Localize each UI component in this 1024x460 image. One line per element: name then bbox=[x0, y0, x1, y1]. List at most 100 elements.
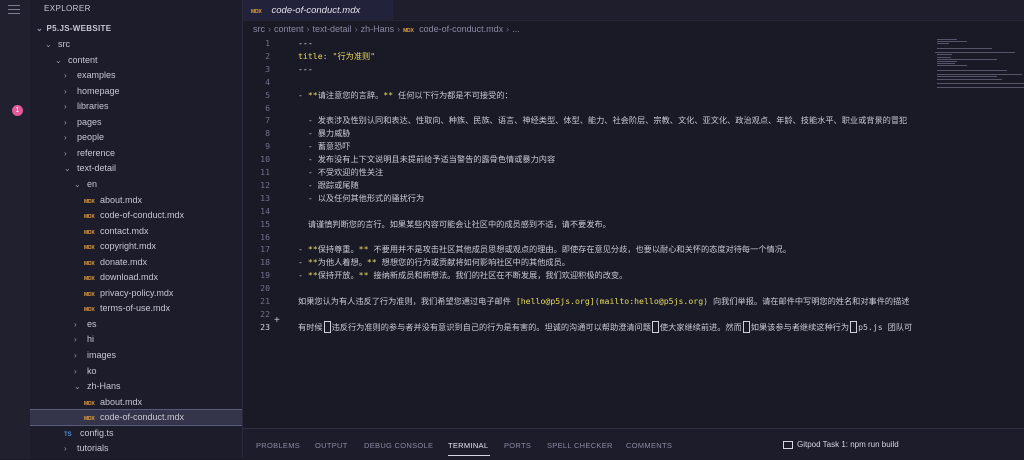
panel-tab[interactable]: PORTS bbox=[504, 441, 531, 450]
line-text: 有时候 违反行为准则的参与者并没有意识到自己的行为是有害的。坦诚的沟通可以帮助澄清… bbox=[298, 321, 913, 334]
menu-icon[interactable] bbox=[8, 5, 20, 14]
tree-folder[interactable]: › reference bbox=[30, 146, 242, 161]
breadcrumb-item[interactable]: content bbox=[274, 24, 304, 34]
panel-tab[interactable]: PROBLEMS bbox=[256, 441, 300, 450]
breadcrumb-item[interactable]: text-detail bbox=[313, 24, 352, 34]
line-text: - 发布没有上下文说明且未提前给予适当警告的露骨色情或暴力内容 bbox=[298, 154, 556, 165]
code-line[interactable]: 2 title: "行为准则" bbox=[243, 50, 933, 63]
tree-folder[interactable]: › hi bbox=[30, 332, 242, 347]
code-line[interactable]: 13 - 以及任何其他形式的骚扰行为 bbox=[243, 192, 933, 205]
breadcrumb-item[interactable]: code-of-conduct.mdx bbox=[419, 24, 503, 34]
chevron-right-icon: › bbox=[506, 24, 510, 34]
code-line[interactable]: 5 - **请注意您的言辞。** 任何以下行为都是不可接受的： bbox=[243, 89, 933, 102]
tree-folder[interactable]: ⌄ src bbox=[30, 37, 242, 52]
code-line[interactable]: 1 --- bbox=[243, 37, 933, 50]
notification-badge[interactable]: 1 bbox=[12, 105, 23, 116]
minimap[interactable] bbox=[933, 37, 1024, 97]
chevron-right-icon: › bbox=[397, 24, 401, 34]
tree-folder[interactable]: › es bbox=[30, 317, 242, 332]
tree-file[interactable]: MDX terms-of-use.mdx bbox=[30, 301, 242, 316]
code-line[interactable]: 14 bbox=[243, 205, 933, 218]
panel-tab[interactable]: OUTPUT bbox=[315, 441, 348, 450]
code-line[interactable]: 8 - 暴力威胁 bbox=[243, 127, 933, 140]
tree-file[interactable]: MDX about.mdx bbox=[30, 395, 242, 410]
code-line[interactable]: 6 bbox=[243, 102, 933, 115]
tree-file[interactable]: MDX download.mdx bbox=[30, 270, 242, 285]
code-line[interactable]: 10 - 发布没有上下文说明且未提前给予适当警告的露骨色情或暴力内容 bbox=[243, 153, 933, 166]
tree-folder[interactable]: ⌄ en bbox=[30, 177, 242, 192]
code-area[interactable]: 1 --- 2 title: "行为准则" 3 --- 4 5 - **请注意您的言辞。** 任… bbox=[243, 37, 933, 337]
tree-file[interactable]: MDX code-of-conduct.mdx bbox=[30, 208, 242, 223]
tree-file[interactable]: TS config.ts bbox=[30, 426, 242, 441]
chevron-right-icon: › bbox=[74, 335, 77, 345]
tree-folder[interactable]: › libraries bbox=[30, 99, 242, 114]
breadcrumb-item[interactable]: src bbox=[253, 24, 265, 34]
minimap-line bbox=[937, 61, 957, 62]
tree-folder[interactable]: › images bbox=[30, 348, 242, 363]
code-line[interactable]: 23 有时候 违反行为准则的参与者并没有意识到自己的行为是有害的。坦诚的沟通可以帮助… bbox=[243, 321, 933, 334]
breadcrumb-item[interactable]: ... bbox=[512, 24, 520, 34]
code-line[interactable]: 21 如果您认为有人违反了行为准则，我们希望您通过电子邮件 [hello@p5js… bbox=[243, 295, 933, 308]
panel-tab[interactable]: SPELL CHECKER bbox=[547, 441, 613, 450]
tree-folder[interactable]: › people bbox=[30, 130, 242, 145]
tree-item-label: code-of-conduct.mdx bbox=[100, 412, 185, 423]
terminal-icon bbox=[783, 440, 793, 449]
terminal-task[interactable]: Gitpod Task 1: npm run build bbox=[783, 440, 899, 449]
tree-file[interactable]: MDX copyright.mdx bbox=[30, 239, 242, 254]
workspace-root-label: P5.JS-WEBSITE bbox=[46, 24, 112, 33]
minimap-line bbox=[937, 39, 957, 40]
code-line[interactable]: 18 - **为他人着想。** 想想您的行为或贡献将如何影响社区中的其他成员。 bbox=[243, 256, 933, 269]
chevron-right-icon: › bbox=[268, 24, 271, 34]
code-line[interactable]: 3 --- bbox=[243, 63, 933, 76]
code-line[interactable]: 9 - 蓄意恐吓 bbox=[243, 140, 933, 153]
tree-file[interactable]: MDX privacy-policy.mdx bbox=[30, 286, 242, 301]
tree-file[interactable]: MDX code-of-conduct.mdx bbox=[30, 409, 242, 427]
line-number: 1 bbox=[265, 38, 270, 48]
tree-item-label: examples bbox=[77, 70, 116, 81]
panel-tab[interactable]: DEBUG CONSOLE bbox=[364, 441, 433, 450]
minimap-line bbox=[937, 54, 952, 56]
panel-tab[interactable]: TERMINAL bbox=[448, 441, 488, 450]
tree-item-label: about.mdx bbox=[100, 396, 143, 407]
line-number: 13 bbox=[260, 192, 270, 203]
line-text: --- bbox=[298, 63, 313, 74]
line-number: 21 bbox=[260, 296, 270, 306]
code-line[interactable]: 22 bbox=[243, 308, 933, 321]
code-line[interactable]: 20 bbox=[243, 282, 933, 295]
line-number: 17 bbox=[260, 244, 270, 255]
tree-folder[interactable]: › ko bbox=[30, 364, 242, 379]
minimap-line bbox=[937, 69, 1007, 71]
workspace-root[interactable]: ⌄ P5.JS-WEBSITE bbox=[30, 21, 242, 36]
tree-item-label: en bbox=[87, 178, 98, 189]
tree-folder[interactable]: ⌄ content bbox=[30, 53, 242, 68]
tree-folder[interactable]: ⌄ text-detail bbox=[30, 161, 242, 176]
tree-item-label: download.mdx bbox=[100, 272, 159, 283]
tree-folder[interactable]: › examples bbox=[30, 68, 242, 83]
code-line[interactable]: 12 - 跟踪或尾随 bbox=[243, 179, 933, 192]
line-number: 10 bbox=[260, 154, 270, 165]
chevron-down-icon: ⌄ bbox=[74, 179, 81, 189]
tree-item-label: homepage bbox=[77, 85, 120, 96]
tree-folder[interactable]: › tutorials bbox=[30, 441, 242, 456]
line-number: 4 bbox=[265, 76, 270, 87]
code-line[interactable]: 16 bbox=[243, 231, 933, 244]
code-line[interactable]: 19 - **保持开放。** 接纳新成员和新想法。我们的社区在不断发展，我们欢迎积… bbox=[243, 269, 933, 282]
tree-file[interactable]: MDX donate.mdx bbox=[30, 255, 242, 270]
chevron-down-icon: ⌄ bbox=[74, 382, 81, 392]
code-line[interactable]: 15 请谨慎判断您的言行。如果某些内容可能会让社区中的成员感到不适，请不要发布。 bbox=[243, 218, 933, 231]
tree-folder[interactable]: › homepage bbox=[30, 84, 242, 99]
tab-code-of-conduct[interactable]: MDX code-of-conduct.mdx bbox=[243, 0, 393, 20]
add-comment-icon[interactable]: + bbox=[274, 315, 280, 326]
tree-item-label: privacy-policy.mdx bbox=[100, 287, 174, 298]
code-line[interactable]: 4 bbox=[243, 76, 933, 89]
tree-file[interactable]: MDX contact.mdx bbox=[30, 224, 242, 239]
code-line[interactable]: 17 - **保持尊重。** 不要用并不是攻击社区其他成员思想或观点的理由。即使存… bbox=[243, 243, 933, 256]
tree-folder[interactable]: ⌄ zh-Hans bbox=[30, 379, 242, 394]
tree-folder[interactable]: › pages bbox=[30, 115, 242, 130]
tree-file[interactable]: MDX about.mdx bbox=[30, 193, 242, 208]
code-line[interactable]: 11 - 不受欢迎的性关注 bbox=[243, 166, 933, 179]
code-line[interactable]: 7 - 发表涉及性别认同和表达、性取向、种族、民族、语言、神经类型、体型、能力、… bbox=[243, 114, 933, 127]
line-number: 15 bbox=[260, 218, 270, 229]
panel-tab[interactable]: COMMENTS bbox=[626, 441, 672, 450]
breadcrumb-item[interactable]: zh-Hans bbox=[361, 24, 395, 34]
